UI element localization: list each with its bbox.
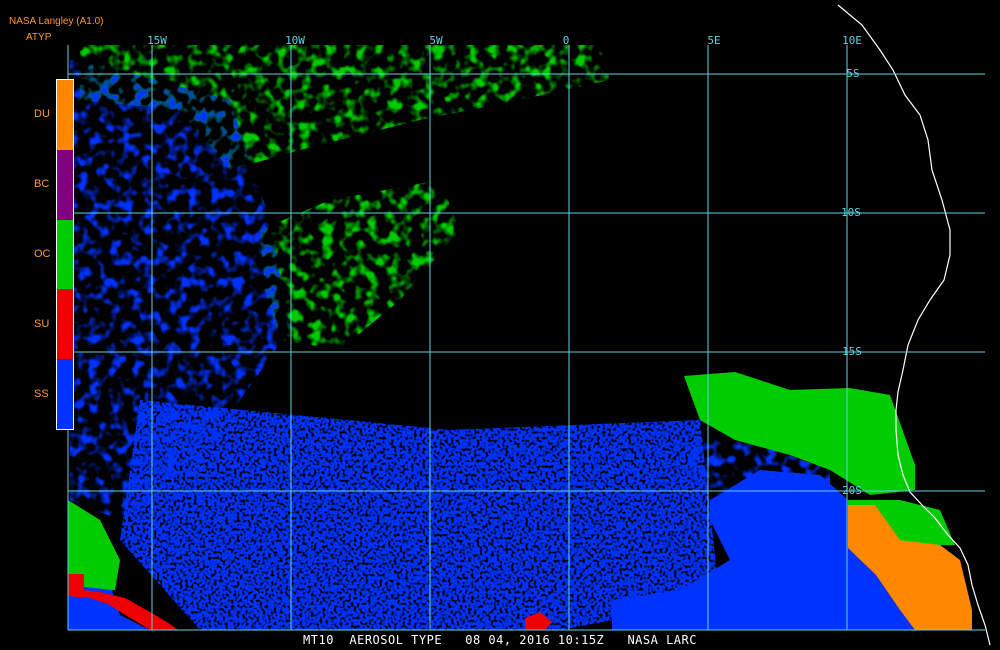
legend-swatch-su	[57, 289, 73, 360]
lon-label-0: 0	[563, 34, 570, 47]
aerosol-type-legend	[56, 79, 74, 430]
legend-swatch-oc	[57, 219, 73, 290]
legend-label-oc: OC	[34, 248, 51, 260]
legend-label-du: DU	[34, 108, 50, 120]
lon-label-5e: 5E	[707, 34, 720, 47]
lon-label-10w: 10W	[285, 34, 305, 47]
lat-label-20s: 20S	[842, 484, 862, 497]
lon-label-10e: 10E	[842, 34, 862, 47]
legend-label-ss: SS	[34, 388, 49, 400]
map-caption: MT10 AEROSOL TYPE 08 04, 2016 10:15Z NAS…	[303, 633, 697, 647]
legend-swatch-ss	[57, 359, 73, 429]
legend-swatch-du	[57, 80, 73, 150]
lat-label-5s: 5S	[846, 67, 859, 80]
lon-label-5w: 5W	[429, 34, 443, 47]
ss-field-south-speckle	[120, 400, 720, 630]
aerosol-type-map: 15W 10W 5W 0 5E 10E 5S 10S 15S 20S	[67, 4, 991, 646]
legend-swatch-bc	[57, 149, 73, 220]
legend-label-su: SU	[34, 318, 50, 330]
legend-label-bc: BC	[34, 178, 50, 190]
lon-label-15w: 15W	[147, 34, 167, 47]
lat-label-10s: 10S	[841, 206, 861, 219]
aerosol-fields	[68, 45, 972, 630]
product-name: ATYP	[26, 32, 52, 43]
lat-label-15s: 15S	[842, 345, 862, 358]
source-title: NASA Langley (A1.0)	[9, 16, 104, 27]
